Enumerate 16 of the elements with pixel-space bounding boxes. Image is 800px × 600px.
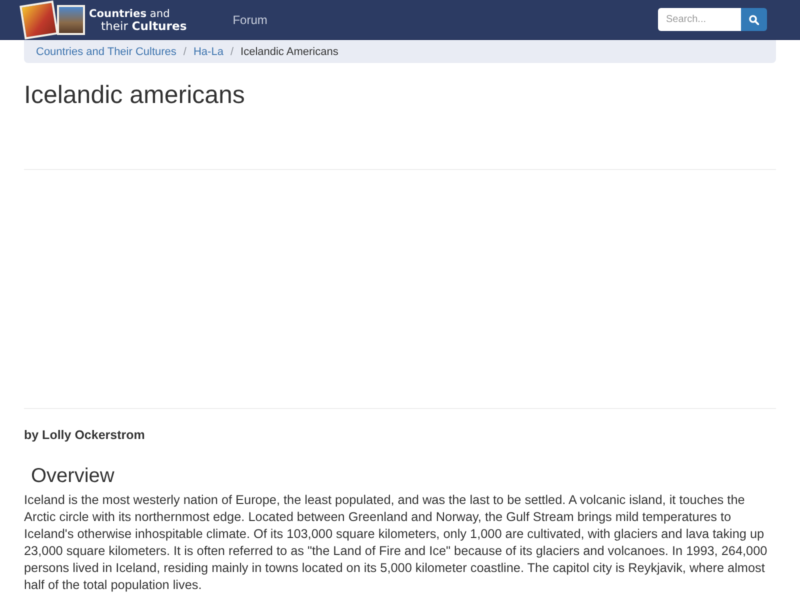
page-title: Icelandic americans [24,80,246,110]
body-paragraph: Iceland is the most westerly nation of Europe, the least populated, and was the last to be settled. A volcanic island, it touches the Arctic circle with its northernmost edge. Located between Greenland and Norway, the Gulf Stream brings mild temperatures to Iceland's otherwise inhospitable climate. Of its 103,000 square kilometers, only 1,000 are cultivated, with glaciers and lava taking up 23,000 square kilometers. It is often referred to as "the Land of Fire and Ice" because of its glaciers and volcanoes. In 1993, 264,000 persons lived in Iceland, residing mainly in towns located on its 5,000 kilometer coastline. The capitol city is Reykjavik, where almost half of the total population lives. [24,492,768,594]
nav-link[interactable]: Forum [232,12,268,26]
photo-placeholder [57,4,85,34]
search-button[interactable] [741,8,767,31]
author-byline: by Lolly Ockerstrom [24,427,146,443]
breadcrumb-separator: / [229,46,235,58]
site-name[interactable]: Countries and their Cultures [89,8,187,32]
breadcrumb-link[interactable]: Ha-La [193,46,224,58]
breadcrumb-current: Icelandic Americans [240,46,338,58]
search-field[interactable]: Search... [658,8,741,31]
breadcrumb-separator: / [182,46,188,58]
search-icon [749,14,759,24]
breadcrumb-link[interactable]: Countries and Their Cultures [36,46,176,58]
photo-placeholder [20,0,58,39]
section-heading: Overview [31,464,116,489]
